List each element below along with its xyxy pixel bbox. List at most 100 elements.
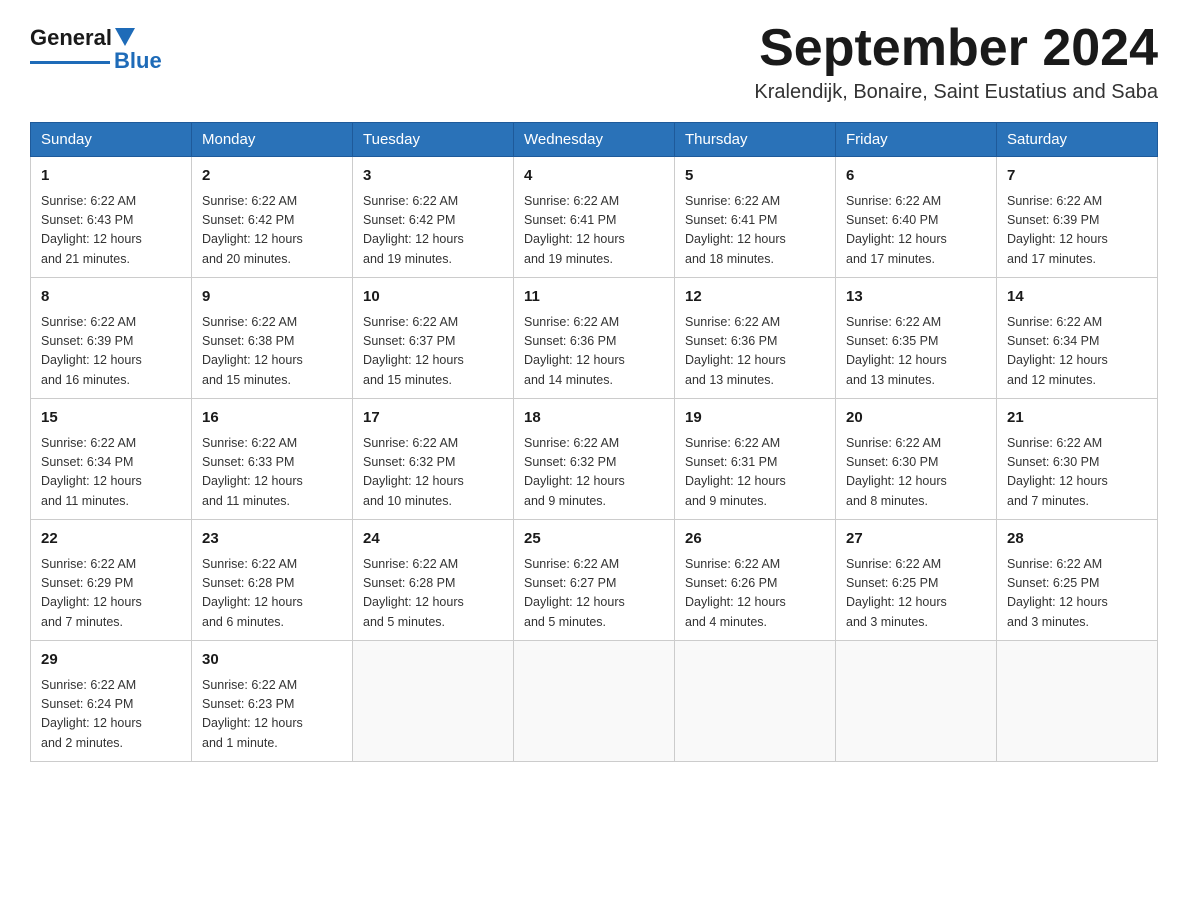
day-number: 4 [524,165,664,188]
day-number: 15 [41,407,181,430]
logo: General Blue [30,26,162,73]
table-row: 21 Sunrise: 6:22 AMSunset: 6:30 PMDayligh… [997,399,1158,520]
header-saturday: Saturday [997,123,1158,157]
day-info: Sunrise: 6:22 AMSunset: 6:39 PMDaylight:… [41,313,181,391]
day-number: 21 [1007,407,1147,430]
day-number: 6 [846,165,986,188]
day-info: Sunrise: 6:22 AMSunset: 6:37 PMDaylight:… [363,313,503,391]
day-number: 7 [1007,165,1147,188]
day-number: 14 [1007,286,1147,309]
table-row: 26 Sunrise: 6:22 AMSunset: 6:26 PMDayligh… [675,520,836,641]
day-info: Sunrise: 6:22 AMSunset: 6:27 PMDaylight:… [524,555,664,633]
table-row: 25 Sunrise: 6:22 AMSunset: 6:27 PMDayligh… [514,520,675,641]
table-row: 29 Sunrise: 6:22 AMSunset: 6:24 PMDayligh… [31,641,192,762]
day-number: 29 [41,649,181,672]
header-friday: Friday [836,123,997,157]
day-number: 5 [685,165,825,188]
day-info: Sunrise: 6:22 AMSunset: 6:25 PMDaylight:… [846,555,986,633]
day-info: Sunrise: 6:22 AMSunset: 6:42 PMDaylight:… [202,192,342,270]
day-info: Sunrise: 6:22 AMSunset: 6:43 PMDaylight:… [41,192,181,270]
table-row: 24 Sunrise: 6:22 AMSunset: 6:28 PMDayligh… [353,520,514,641]
day-number: 8 [41,286,181,309]
day-number: 26 [685,528,825,551]
day-number: 13 [846,286,986,309]
table-row: 9 Sunrise: 6:22 AMSunset: 6:38 PMDaylight… [192,278,353,399]
logo-triangle-icon [115,28,135,46]
table-row [675,641,836,762]
table-row: 13 Sunrise: 6:22 AMSunset: 6:35 PMDayligh… [836,278,997,399]
day-info: Sunrise: 6:22 AMSunset: 6:34 PMDaylight:… [1007,313,1147,391]
logo-text-blue: Blue [114,49,162,73]
day-number: 10 [363,286,503,309]
day-info: Sunrise: 6:22 AMSunset: 6:24 PMDaylight:… [41,676,181,754]
day-number: 19 [685,407,825,430]
day-info: Sunrise: 6:22 AMSunset: 6:41 PMDaylight:… [685,192,825,270]
table-row [353,641,514,762]
day-info: Sunrise: 6:22 AMSunset: 6:28 PMDaylight:… [202,555,342,633]
table-row: 3Sunrise: 6:22 AMSunset: 6:42 PMDaylight… [353,157,514,278]
day-info: Sunrise: 6:22 AMSunset: 6:33 PMDaylight:… [202,434,342,512]
day-number: 9 [202,286,342,309]
table-row: 18 Sunrise: 6:22 AMSunset: 6:32 PMDayligh… [514,399,675,520]
table-row: 12Sunrise: 6:22 AMSunset: 6:36 PMDayligh… [675,278,836,399]
day-info: Sunrise: 6:22 AMSunset: 6:40 PMDaylight:… [846,192,986,270]
day-number: 30 [202,649,342,672]
day-number: 22 [41,528,181,551]
day-number: 16 [202,407,342,430]
table-row: 11Sunrise: 6:22 AMSunset: 6:36 PMDayligh… [514,278,675,399]
calendar-header-row: Sunday Monday Tuesday Wednesday Thursday… [31,123,1158,157]
logo-text-general: General [30,26,112,50]
day-number: 28 [1007,528,1147,551]
day-number: 23 [202,528,342,551]
table-row [836,641,997,762]
page-header: General Blue September 2024 Kralendijk, … [30,20,1158,104]
table-row: 2 Sunrise: 6:22 AMSunset: 6:42 PMDaylight… [192,157,353,278]
day-info: Sunrise: 6:22 AMSunset: 6:23 PMDaylight:… [202,676,342,754]
table-row: 14 Sunrise: 6:22 AMSunset: 6:34 PMDayligh… [997,278,1158,399]
day-info: Sunrise: 6:22 AMSunset: 6:31 PMDaylight:… [685,434,825,512]
day-number: 20 [846,407,986,430]
week-row-2: 8 Sunrise: 6:22 AMSunset: 6:39 PMDaylight… [31,278,1158,399]
month-title: September 2024 [754,20,1158,77]
day-number: 18 [524,407,664,430]
day-info: Sunrise: 6:22 AMSunset: 6:34 PMDaylight:… [41,434,181,512]
day-number: 25 [524,528,664,551]
table-row: 8 Sunrise: 6:22 AMSunset: 6:39 PMDaylight… [31,278,192,399]
day-number: 24 [363,528,503,551]
table-row: 22 Sunrise: 6:22 AMSunset: 6:29 PMDayligh… [31,520,192,641]
table-row: 10 Sunrise: 6:22 AMSunset: 6:37 PMDayligh… [353,278,514,399]
header-tuesday: Tuesday [353,123,514,157]
logo-line [30,61,110,64]
table-row: 1 Sunrise: 6:22 AMSunset: 6:43 PMDaylight… [31,157,192,278]
header-monday: Monday [192,123,353,157]
day-info: Sunrise: 6:22 AMSunset: 6:30 PMDaylight:… [846,434,986,512]
table-row: 20 Sunrise: 6:22 AMSunset: 6:30 PMDayligh… [836,399,997,520]
table-row: 17Sunrise: 6:22 AMSunset: 6:32 PMDayligh… [353,399,514,520]
header-sunday: Sunday [31,123,192,157]
header-wednesday: Wednesday [514,123,675,157]
week-row-5: 29 Sunrise: 6:22 AMSunset: 6:24 PMDayligh… [31,641,1158,762]
week-row-4: 22 Sunrise: 6:22 AMSunset: 6:29 PMDayligh… [31,520,1158,641]
day-info: Sunrise: 6:22 AMSunset: 6:35 PMDaylight:… [846,313,986,391]
table-row: 28Sunrise: 6:22 AMSunset: 6:25 PMDayligh… [997,520,1158,641]
table-row: 5 Sunrise: 6:22 AMSunset: 6:41 PMDaylight… [675,157,836,278]
day-info: Sunrise: 6:22 AMSunset: 6:30 PMDaylight:… [1007,434,1147,512]
location-title: Kralendijk, Bonaire, Saint Eustatius and… [754,81,1158,104]
day-info: Sunrise: 6:22 AMSunset: 6:29 PMDaylight:… [41,555,181,633]
day-number: 17 [363,407,503,430]
day-info: Sunrise: 6:22 AMSunset: 6:26 PMDaylight:… [685,555,825,633]
table-row: 23 Sunrise: 6:22 AMSunset: 6:28 PMDayligh… [192,520,353,641]
day-info: Sunrise: 6:22 AMSunset: 6:28 PMDaylight:… [363,555,503,633]
table-row [997,641,1158,762]
table-row: 7Sunrise: 6:22 AMSunset: 6:39 PMDaylight… [997,157,1158,278]
day-number: 1 [41,165,181,188]
table-row: 19 Sunrise: 6:22 AMSunset: 6:31 PMDayligh… [675,399,836,520]
day-number: 2 [202,165,342,188]
calendar-table: Sunday Monday Tuesday Wednesday Thursday… [30,122,1158,762]
day-info: Sunrise: 6:22 AMSunset: 6:36 PMDaylight:… [685,313,825,391]
header-thursday: Thursday [675,123,836,157]
day-info: Sunrise: 6:22 AMSunset: 6:38 PMDaylight:… [202,313,342,391]
day-number: 11 [524,286,664,309]
day-info: Sunrise: 6:22 AMSunset: 6:41 PMDaylight:… [524,192,664,270]
day-info: Sunrise: 6:22 AMSunset: 6:32 PMDaylight:… [524,434,664,512]
